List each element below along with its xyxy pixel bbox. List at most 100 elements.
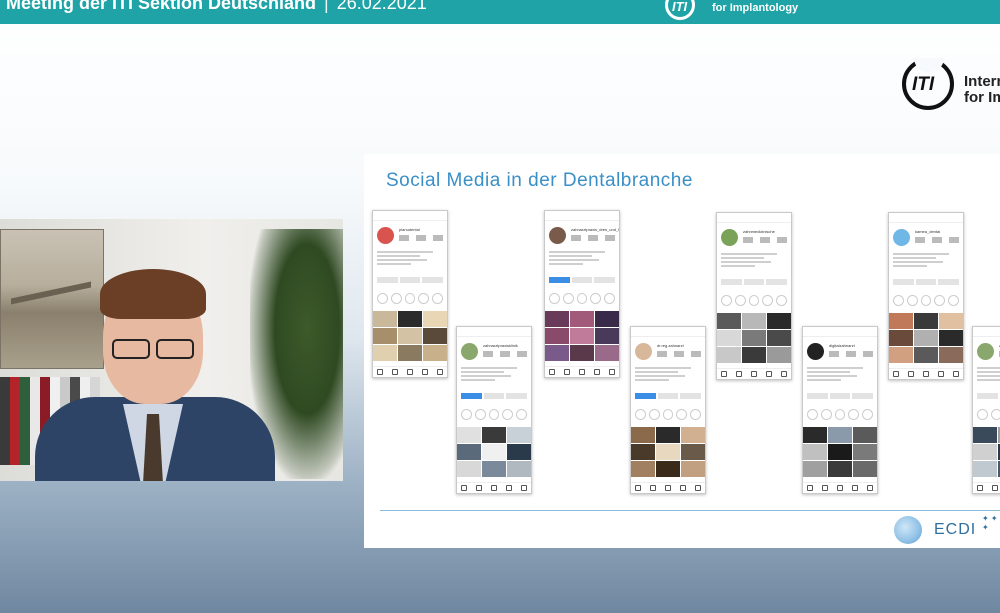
story-highlights (377, 293, 443, 304)
profile-username: zahnarztpraxis_dres_und_herzog (571, 227, 619, 232)
story-highlights (549, 293, 615, 304)
instagram-profile-screenshot: kamea_dental (888, 212, 964, 380)
story-highlights (721, 295, 787, 306)
profile-buttons (635, 393, 702, 400)
profile-avatar (635, 343, 652, 360)
instagram-profile-screenshot: dr.reg.zahnarzt (630, 326, 706, 494)
app-nav-bar (973, 482, 1000, 493)
iti-corner-logo: ITI Intern for Imp (900, 58, 1000, 110)
ecdi-logo: ECDI ✦ ✦ ✦ (894, 514, 1000, 544)
post-grid (803, 427, 877, 477)
post-grid (889, 313, 963, 363)
phone-status-bar (803, 327, 877, 337)
slide-divider (380, 510, 1000, 511)
iti-corner-mark: ITI (912, 74, 935, 95)
story-highlights (977, 409, 1000, 420)
app-nav-bar (889, 368, 963, 379)
profile-stats (915, 237, 959, 245)
story-highlights (461, 409, 527, 420)
phone-status-bar (631, 327, 705, 337)
profile-stats (483, 351, 527, 359)
stars-icon: ✦ ✦ ✦ (982, 514, 998, 532)
profile-buttons (893, 279, 960, 286)
session-header-bar: Meeting der ITI Sektion Deutschland | 26.0… (0, 0, 1000, 24)
app-nav-bar (717, 368, 791, 379)
profile-bio (893, 253, 955, 269)
profile-header: zahnarzt (977, 343, 1000, 363)
profile-avatar (721, 229, 738, 246)
profile-username: zahnarztpraxisklinik (483, 343, 518, 348)
post-grid (545, 311, 619, 361)
instagram-profile-screenshot: zahnarztpraxis_dres_und_herzog (544, 210, 620, 378)
profile-username: zahnmedizinische (743, 229, 775, 234)
iti-corner-text: Intern for Imp (964, 74, 1000, 106)
phone-status-bar (889, 213, 963, 223)
speaker-glasses (108, 339, 198, 361)
profile-bio (461, 367, 523, 383)
iti-logo-mark: ITI (672, 0, 688, 14)
title-separator: | (324, 0, 329, 13)
profile-avatar (893, 229, 910, 246)
profile-avatar (977, 343, 994, 360)
post-grid (631, 427, 705, 477)
instagram-profile-screenshot: zahnarztpraxisklinik (456, 326, 532, 494)
profile-bio (635, 367, 697, 383)
phone-status-bar (717, 213, 791, 223)
profile-bio (977, 367, 1000, 383)
phone-status-bar (457, 327, 531, 337)
profile-username: digitalzahnarzt (829, 343, 855, 348)
ecdi-label: ECDI (934, 521, 977, 538)
iti-corner-line1: Intern (964, 73, 1000, 90)
profile-stats (743, 237, 787, 245)
instagram-profile-screenshot: digitalzahnarzt (802, 326, 878, 494)
iti-corner-line2: for Imp (964, 89, 1000, 106)
profile-stats (829, 351, 873, 359)
app-nav-bar (373, 366, 447, 377)
profile-bio (377, 251, 439, 267)
profile-bio (549, 251, 611, 267)
app-nav-bar (631, 482, 705, 493)
instagram-profile-screenshot: zahnmedizinische (716, 212, 792, 380)
profile-stats (571, 235, 615, 243)
speaker-video (0, 219, 343, 481)
post-grid (457, 427, 531, 477)
profile-buttons (721, 279, 788, 286)
instagram-profile-screenshot: planudental (372, 210, 448, 378)
profile-bio (807, 367, 869, 383)
profile-header: digitalzahnarzt (807, 343, 873, 363)
presentation-slide: Social Media in der Dentalbranche planud… (364, 154, 1000, 548)
app-nav-bar (803, 482, 877, 493)
post-grid (973, 427, 1000, 477)
speaker-hair (100, 269, 206, 319)
post-grid (373, 311, 447, 361)
story-highlights (807, 409, 873, 420)
phone-status-bar (373, 211, 447, 221)
iti-logo-icon: ITI (665, 0, 695, 20)
profile-buttons (549, 277, 616, 284)
profile-buttons (977, 393, 1000, 400)
story-highlights (635, 409, 701, 420)
app-nav-bar (457, 482, 531, 493)
profile-bio (721, 253, 783, 269)
profile-buttons (807, 393, 874, 400)
profile-stats (399, 235, 443, 243)
profile-header: zahnmedizinische (721, 229, 787, 249)
profile-header: planudental (377, 227, 443, 247)
slide-title: Social Media in der Dentalbranche (386, 170, 693, 191)
ecdi-globe-icon (894, 516, 922, 544)
phone-status-bar (973, 327, 1000, 337)
wall-photo (0, 229, 104, 369)
story-highlights (893, 295, 959, 306)
profile-stats (657, 351, 701, 359)
profile-buttons (461, 393, 528, 400)
profile-header: dr.reg.zahnarzt (635, 343, 701, 363)
profile-avatar (807, 343, 824, 360)
session-title: Meeting der ITI Sektion Deutschland | 26.0… (6, 0, 427, 14)
profile-avatar (377, 227, 394, 244)
post-grid (717, 313, 791, 363)
profile-header: zahnarztpraxis_dres_und_herzog (549, 227, 619, 247)
phone-status-bar (545, 211, 619, 221)
profile-username: planudental (399, 227, 420, 232)
app-nav-bar (545, 366, 619, 377)
meeting-date: 26.02.2021 (336, 0, 427, 13)
